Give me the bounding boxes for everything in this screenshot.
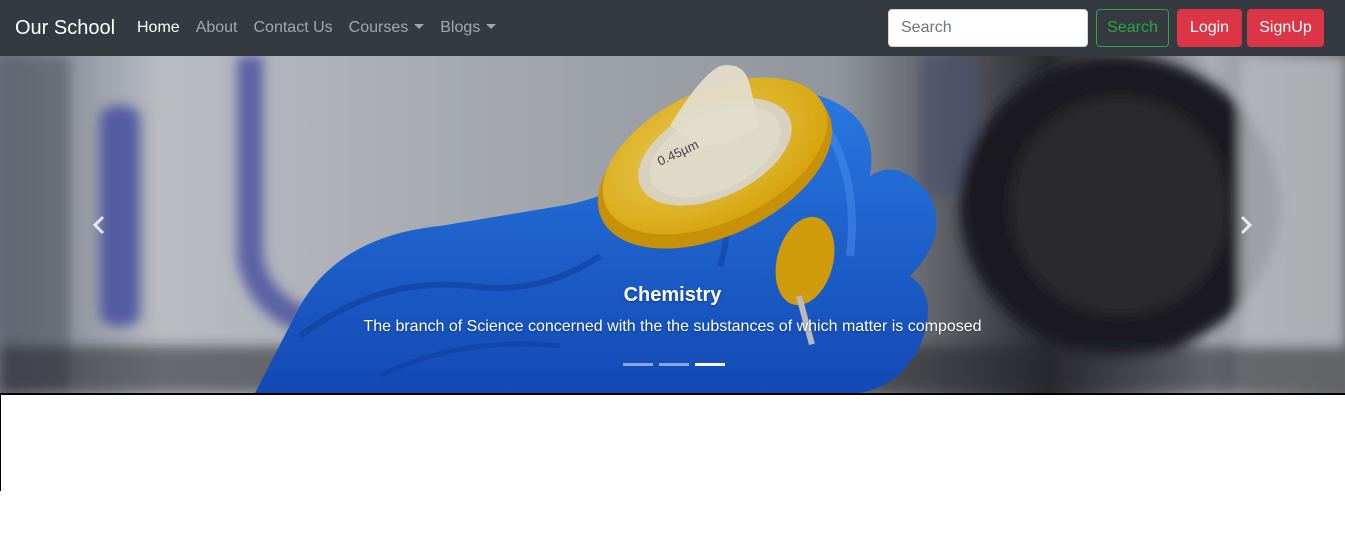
nav-link-home-label: Home (137, 19, 180, 36)
nav-dropdown-courses[interactable]: Courses (349, 16, 425, 40)
top-navbar: Our School Home About Contact Us Courses… (0, 0, 1345, 56)
nav-link-contact[interactable]: Contact Us (254, 16, 333, 40)
nav-link-contact-label: Contact Us (253, 19, 333, 36)
login-button[interactable]: Login (1177, 9, 1242, 47)
carousel-slide-image: 0.45µm (0, 56, 1345, 393)
nav-link-about-label: About (195, 19, 238, 36)
carousel-indicators (623, 363, 731, 366)
carousel-indicator-1[interactable] (623, 363, 653, 366)
carousel-caption-text: The branch of Science concerned with the… (363, 318, 982, 335)
carousel-caption-title: Chemistry (623, 284, 722, 306)
search-button[interactable]: Search (1096, 9, 1169, 47)
content-area (0, 393, 1345, 491)
carousel-indicator-2[interactable] (659, 363, 689, 366)
chevron-left-icon (92, 215, 105, 234)
caret-down-icon (414, 23, 425, 29)
signup-button[interactable]: SignUp (1247, 9, 1324, 47)
nav-link-home[interactable]: Home (137, 16, 180, 40)
carousel-next-button[interactable] (1145, 56, 1345, 393)
nav-links: Home About Contact Us Courses Blogs (137, 0, 512, 56)
chevron-right-icon (1240, 215, 1253, 234)
search-input[interactable] (888, 9, 1088, 47)
carousel-prev-button[interactable] (0, 56, 200, 393)
carousel-indicator-3[interactable] (695, 363, 725, 366)
nav-link-about[interactable]: About (196, 16, 238, 40)
nav-dropdown-blogs[interactable]: Blogs (440, 16, 497, 40)
caret-down-icon (486, 23, 497, 29)
nav-dropdown-courses-label: Courses (348, 19, 409, 36)
nav-dropdown-blogs-label: Blogs (440, 19, 481, 36)
brand-logo[interactable]: Our School (15, 15, 115, 41)
hero-carousel: 0.45µm Chemistry The branch of Science c… (0, 56, 1345, 393)
